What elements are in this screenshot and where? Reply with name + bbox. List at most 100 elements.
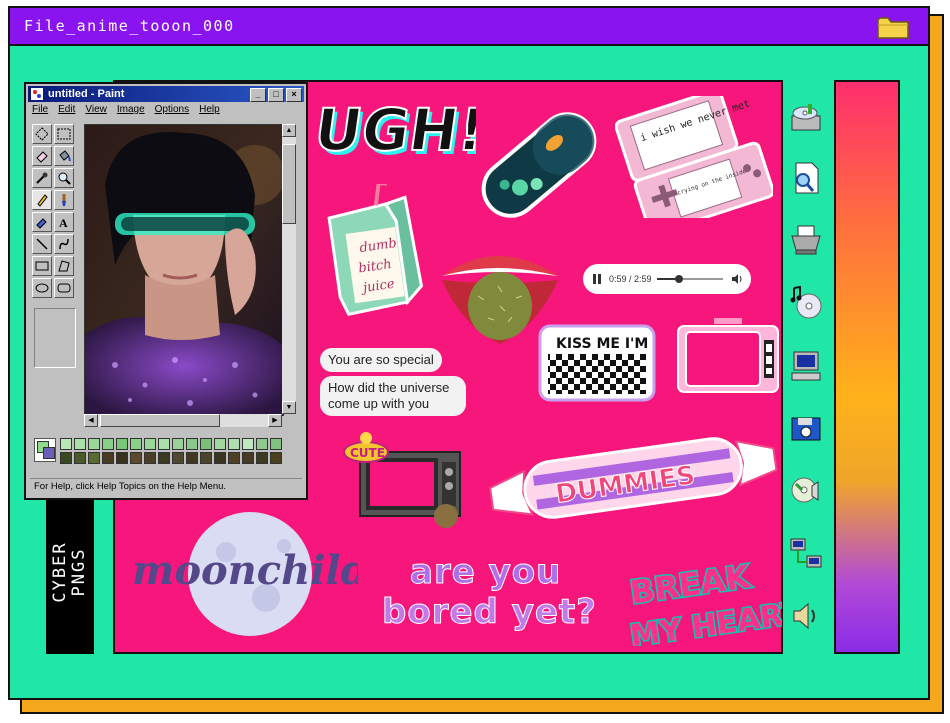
palette-swatch[interactable] bbox=[256, 452, 268, 464]
cd-audio-icon[interactable] bbox=[788, 472, 824, 508]
palette-swatch[interactable] bbox=[102, 438, 114, 450]
paint-app-icon bbox=[31, 88, 43, 100]
palette-swatch[interactable] bbox=[158, 438, 170, 450]
free-select-tool[interactable] bbox=[32, 124, 52, 144]
line-tool[interactable] bbox=[32, 234, 52, 254]
magnifier-tool[interactable] bbox=[54, 168, 74, 188]
chat-bubble-2: How did the universe come up with you bbox=[320, 376, 466, 416]
paint-title-bar[interactable]: untitled - Paint _ □ × bbox=[28, 86, 304, 102]
palette-swatch[interactable] bbox=[242, 452, 254, 464]
palette-swatch[interactable] bbox=[144, 452, 156, 464]
palette-swatch[interactable] bbox=[74, 438, 86, 450]
music-cd-icon[interactable] bbox=[788, 284, 824, 320]
close-button[interactable]: × bbox=[286, 88, 302, 102]
kiss-me-sticker[interactable]: KISS ME I'M bbox=[538, 324, 656, 402]
break-my-heart-sticker[interactable]: BREAK MY HEART bbox=[622, 554, 782, 646]
moonchild-sticker[interactable]: moonchild bbox=[126, 512, 358, 642]
brush-tool[interactable] bbox=[54, 190, 74, 210]
pngs-word: PNGS bbox=[69, 547, 89, 597]
fill-tool[interactable] bbox=[54, 146, 74, 166]
document-search-icon[interactable] bbox=[788, 160, 824, 196]
palette-swatch[interactable] bbox=[214, 452, 226, 464]
network-icon[interactable] bbox=[788, 536, 824, 572]
palette-swatch[interactable] bbox=[60, 438, 72, 450]
juice-box-sticker[interactable]: dumb bitch juice bbox=[326, 184, 424, 316]
palette-swatch[interactable] bbox=[130, 452, 142, 464]
pencil-tool[interactable] bbox=[32, 190, 52, 210]
svg-text:A: A bbox=[59, 216, 68, 229]
palette-swatch[interactable] bbox=[88, 438, 100, 450]
menu-file[interactable]: File bbox=[32, 104, 48, 115]
scroll-up-button[interactable]: ▲ bbox=[282, 124, 296, 137]
palette-swatch[interactable] bbox=[270, 438, 282, 450]
speaker-icon[interactable] bbox=[788, 598, 824, 634]
volume-icon[interactable] bbox=[731, 273, 743, 285]
floppy-camera-icon[interactable] bbox=[788, 410, 824, 446]
folder-icon[interactable] bbox=[876, 14, 910, 40]
audio-time: 0:59 / 2:59 bbox=[609, 274, 652, 284]
cd-drive-icon[interactable] bbox=[788, 100, 824, 136]
menu-view[interactable]: View bbox=[85, 104, 107, 115]
minimize-button[interactable]: _ bbox=[250, 88, 266, 102]
palette-swatch[interactable] bbox=[186, 438, 198, 450]
palette-swatch[interactable] bbox=[256, 438, 268, 450]
rounded-rect-tool[interactable] bbox=[54, 278, 74, 298]
title-bar[interactable]: File_anime_tooon_000 bbox=[10, 8, 928, 46]
palette-swatch[interactable] bbox=[144, 438, 156, 450]
hscroll-thumb[interactable] bbox=[100, 414, 220, 427]
palette-swatch[interactable] bbox=[88, 452, 100, 464]
palette-swatch[interactable] bbox=[186, 452, 198, 464]
paint-horizontal-scrollbar[interactable]: ◀ ▶ bbox=[84, 414, 282, 427]
rect-select-tool[interactable] bbox=[54, 124, 74, 144]
background-color[interactable] bbox=[43, 447, 55, 459]
palette-swatch[interactable] bbox=[102, 452, 114, 464]
paint-vertical-scrollbar[interactable]: ▲ ▼ bbox=[282, 124, 296, 414]
palette-swatch[interactable] bbox=[228, 452, 240, 464]
palette-swatch[interactable] bbox=[200, 452, 212, 464]
color-picker-tool[interactable] bbox=[32, 168, 52, 188]
pixel-tv-sticker[interactable] bbox=[676, 318, 780, 394]
text-tool[interactable]: A bbox=[54, 212, 74, 232]
paint-window: untitled - Paint _ □ × File Edit View Im… bbox=[24, 82, 308, 500]
curve-tool[interactable] bbox=[54, 234, 74, 254]
tool-options-box[interactable] bbox=[34, 308, 76, 368]
audio-track[interactable] bbox=[657, 275, 723, 283]
handheld-console-sticker[interactable]: i wish we never met crying on the inside bbox=[615, 96, 773, 218]
maximize-button[interactable]: □ bbox=[268, 88, 284, 102]
airbrush-tool[interactable] bbox=[32, 212, 52, 232]
scroll-thumb[interactable] bbox=[282, 144, 296, 224]
polygon-tool[interactable] bbox=[54, 256, 74, 276]
ellipse-tool[interactable] bbox=[32, 278, 52, 298]
dummies-candy-sticker[interactable]: DUMMIES bbox=[486, 428, 780, 526]
palette-swatch[interactable] bbox=[172, 452, 184, 464]
palette-swatch[interactable] bbox=[270, 452, 282, 464]
palette-swatch[interactable] bbox=[242, 438, 254, 450]
palette-swatch[interactable] bbox=[116, 438, 128, 450]
palette-swatch[interactable] bbox=[228, 438, 240, 450]
computer-icon[interactable] bbox=[788, 348, 824, 384]
menu-edit[interactable]: Edit bbox=[58, 104, 75, 115]
palette-swatch[interactable] bbox=[200, 438, 212, 450]
palette-swatch[interactable] bbox=[116, 452, 128, 464]
ugh-sticker[interactable]: UGH! UGH! bbox=[318, 94, 476, 170]
pill-aquarium-sticker[interactable] bbox=[470, 100, 608, 230]
paint-toolbox: A bbox=[32, 124, 80, 304]
palette-swatch[interactable] bbox=[158, 452, 170, 464]
scroll-right-button[interactable]: ▶ bbox=[268, 414, 282, 427]
cyber-pngs-label: CYBER PNGS bbox=[46, 490, 94, 654]
palette-swatch[interactable] bbox=[172, 438, 184, 450]
palette-swatch[interactable] bbox=[214, 438, 226, 450]
palette-swatch[interactable] bbox=[60, 452, 72, 464]
scroll-left-button[interactable]: ◀ bbox=[84, 414, 98, 427]
rectangle-tool[interactable] bbox=[32, 256, 52, 276]
palette-swatch[interactable] bbox=[74, 452, 86, 464]
pause-icon[interactable] bbox=[593, 274, 601, 284]
menu-options[interactable]: Options bbox=[155, 104, 189, 115]
scroll-down-button[interactable]: ▼ bbox=[282, 401, 296, 414]
palette-swatch[interactable] bbox=[130, 438, 142, 450]
chat-bubble-1: You are so special bbox=[320, 348, 442, 372]
menu-image[interactable]: Image bbox=[117, 104, 145, 115]
menu-help[interactable]: Help bbox=[199, 104, 220, 115]
eraser-tool[interactable] bbox=[32, 146, 52, 166]
printer-icon[interactable] bbox=[788, 222, 824, 258]
